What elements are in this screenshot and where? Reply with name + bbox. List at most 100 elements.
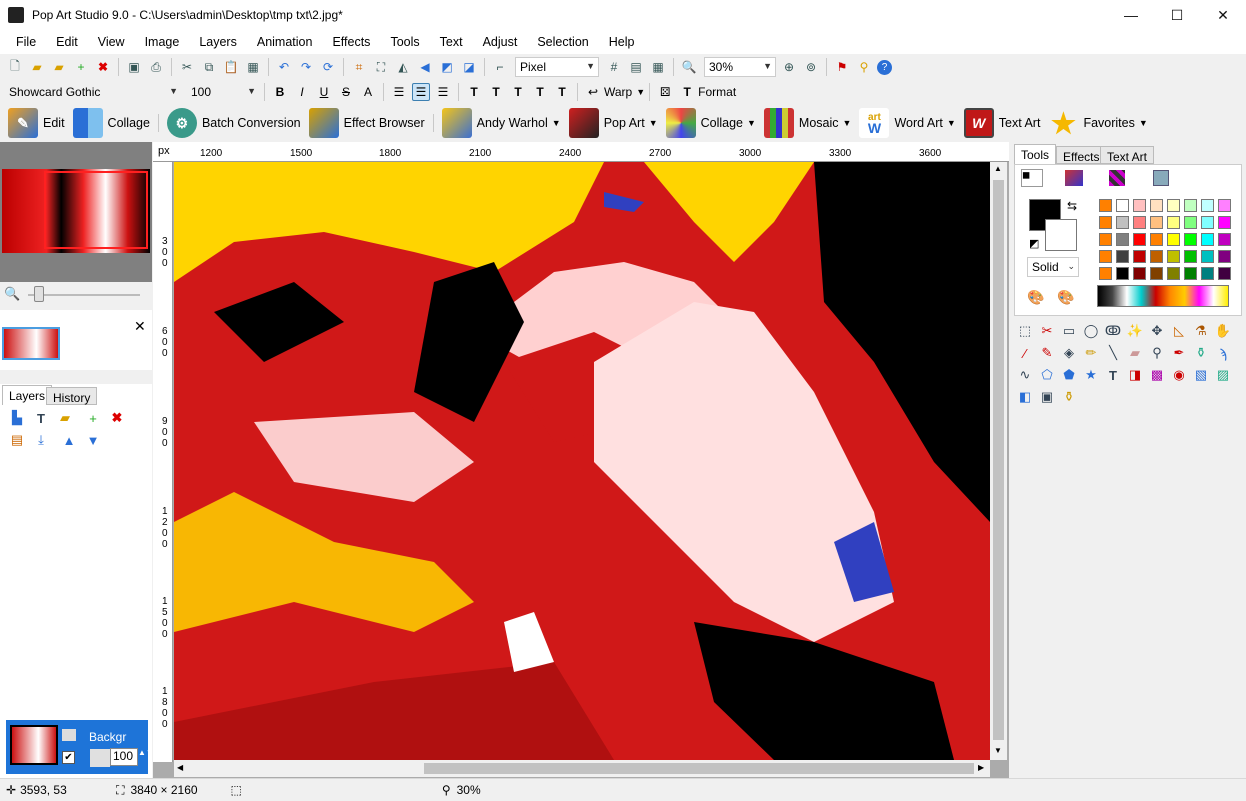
fill-mode-select[interactable]: Solid ⌄ — [1027, 257, 1079, 277]
line-icon[interactable]: ╲ — [1102, 342, 1124, 364]
lasso-icon[interactable]: ↂ — [1102, 320, 1124, 342]
palette-swatch[interactable] — [1184, 250, 1197, 263]
tab-tools[interactable]: Tools — [1014, 144, 1057, 164]
menu-edit[interactable]: Edit — [46, 30, 88, 54]
palette-swatch[interactable] — [1099, 199, 1112, 212]
delete-icon[interactable]: ✖ — [94, 58, 112, 76]
polygon-select-icon[interactable]: ⬠ — [1036, 364, 1058, 386]
redo-icon[interactable]: ↷ — [297, 58, 315, 76]
text-style1-icon[interactable]: T — [465, 83, 483, 101]
palette-swatch[interactable] — [1218, 267, 1231, 280]
palette-swatch[interactable] — [1201, 267, 1214, 280]
print-icon[interactable]: ⎙ — [147, 58, 165, 76]
move-layer-down-icon[interactable]: ▼ — [82, 429, 104, 451]
palette-swatch[interactable] — [1218, 199, 1231, 212]
mosaic-button[interactable]: Mosaic ▼ — [760, 108, 856, 138]
cut-icon[interactable]: ✂ — [178, 58, 196, 76]
ruler-icon[interactable]: ⌐ — [491, 58, 509, 76]
vertical-scrollbar[interactable]: ▲ ▼ — [990, 162, 1007, 760]
text-layer-icon[interactable]: T — [30, 407, 52, 429]
color-tab-image[interactable] — [1153, 170, 1169, 186]
palette-swatch[interactable] — [1116, 216, 1129, 229]
palette-swatch[interactable] — [1099, 267, 1112, 280]
strikethrough-icon[interactable]: S — [337, 83, 355, 101]
help-icon[interactable]: ? — [877, 59, 892, 75]
undo-icon[interactable]: ↶ — [275, 58, 293, 76]
scroll-right-icon[interactable]: ▶ — [978, 763, 984, 772]
navigator-viewport[interactable] — [44, 171, 148, 249]
flip-horizontal-icon[interactable]: ◭ — [394, 58, 412, 76]
star-shape-icon[interactable]: ★ — [1080, 364, 1102, 386]
open-layer-icon[interactable]: ▰ — [54, 407, 76, 429]
palette-icon[interactable]: 🎨 — [1027, 289, 1044, 306]
eyedropper-icon[interactable]: ⁄ — [1014, 342, 1036, 364]
align-center-icon[interactable]: ☰ — [412, 83, 430, 101]
crop-icon[interactable]: ⌗ — [350, 58, 368, 76]
text-style3-icon[interactable]: T — [509, 83, 527, 101]
palette-swatch[interactable] — [1167, 250, 1180, 263]
palette-swatch[interactable] — [1133, 267, 1146, 280]
word-art-button[interactable]: art W Word Art ▼ — [855, 108, 959, 138]
resize-icon[interactable]: ⛶ — [372, 58, 390, 76]
scroll-left-icon[interactable]: ◀ — [177, 763, 183, 772]
menu-selection[interactable]: Selection — [527, 30, 598, 54]
opacity-slider-icon[interactable] — [90, 749, 110, 767]
maximize-button[interactable]: ☐ — [1154, 0, 1200, 30]
palette-swatch[interactable] — [1201, 250, 1214, 263]
underline-icon[interactable]: U — [315, 83, 333, 101]
palette-swatch[interactable] — [1150, 216, 1163, 229]
refresh-icon[interactable]: ⟳ — [319, 58, 337, 76]
snap-grid-icon[interactable]: ▦ — [649, 58, 667, 76]
zoom-slider-track[interactable] — [28, 294, 140, 296]
menu-view[interactable]: View — [88, 30, 135, 54]
tip-icon[interactable]: ⚲ — [855, 58, 873, 76]
unit-select[interactable]: Pixel ▼ — [515, 57, 599, 77]
menu-help[interactable]: Help — [599, 30, 645, 54]
palette-swatch[interactable] — [1150, 250, 1163, 263]
pattern-icon[interactable]: ▩ — [1146, 364, 1168, 386]
palette-swatch[interactable] — [1167, 216, 1180, 229]
palette-swatch[interactable] — [1116, 199, 1129, 212]
tab-text-art[interactable]: Text Art — [1100, 146, 1155, 164]
batch-conversion-button[interactable]: ⚙ Batch Conversion — [163, 108, 305, 138]
texture-icon[interactable]: ▨ — [1212, 364, 1234, 386]
fill-bucket-icon[interactable]: ◈ — [1058, 342, 1080, 364]
spray-icon[interactable]: ⚱ — [1190, 342, 1212, 364]
text-style4-icon[interactable]: T — [531, 83, 549, 101]
align-left-icon[interactable]: ☰ — [390, 83, 408, 101]
tab-layers[interactable]: Layers — [2, 385, 53, 405]
palette-swatch[interactable] — [1201, 233, 1214, 246]
palette-swatch[interactable] — [1167, 267, 1180, 280]
palette-swatch[interactable] — [1116, 267, 1129, 280]
ellipse-select-icon[interactable]: ◯ — [1080, 320, 1102, 342]
delete-layer-icon[interactable]: ✖ — [106, 407, 128, 429]
menu-text[interactable]: Text — [430, 30, 473, 54]
grid-icon[interactable]: # — [605, 58, 623, 76]
zoom-in-icon[interactable]: ⊕ — [780, 58, 798, 76]
smudge-icon[interactable]: ϡ — [1212, 342, 1234, 364]
palette-swatch[interactable] — [1218, 250, 1231, 263]
tab-effects[interactable]: Effects — [1056, 146, 1107, 164]
dice-icon[interactable]: ⚄ — [656, 83, 674, 101]
warp-button[interactable]: ↩ Warp ▼ — [582, 83, 645, 101]
text-art-button[interactable]: W Text Art — [960, 108, 1045, 138]
zoom-select[interactable]: 30% ▼ — [704, 57, 776, 77]
flip-vertical-icon[interactable]: ◀ — [416, 58, 434, 76]
palette-swatch[interactable] — [1099, 233, 1112, 246]
palette-swatch[interactable] — [1150, 267, 1163, 280]
vertical-scroll-thumb[interactable] — [993, 180, 1004, 740]
bold-icon[interactable]: B — [271, 83, 289, 101]
horizontal-scrollbar[interactable]: ◀ ▶ — [174, 760, 990, 777]
color-tab-gradient[interactable] — [1065, 170, 1083, 186]
eraser-icon[interactable]: ▰ — [1124, 342, 1146, 364]
horizontal-scroll-thumb[interactable] — [424, 763, 974, 774]
paste-image-icon[interactable]: ▦ — [244, 58, 262, 76]
layer-opacity-input[interactable]: 100 — [110, 748, 138, 766]
color-tab-pattern[interactable] — [1109, 170, 1125, 186]
palette-swatch[interactable] — [1099, 216, 1112, 229]
magic-wand-icon[interactable]: ✨ — [1124, 320, 1146, 342]
new-layer-icon[interactable]: ▙ — [6, 407, 28, 429]
grid-settings-icon[interactable]: ▤ — [627, 58, 645, 76]
move-layer-up-icon[interactable]: ▲ — [58, 429, 80, 451]
triangle-ruler-icon[interactable]: ◺ — [1168, 320, 1190, 342]
